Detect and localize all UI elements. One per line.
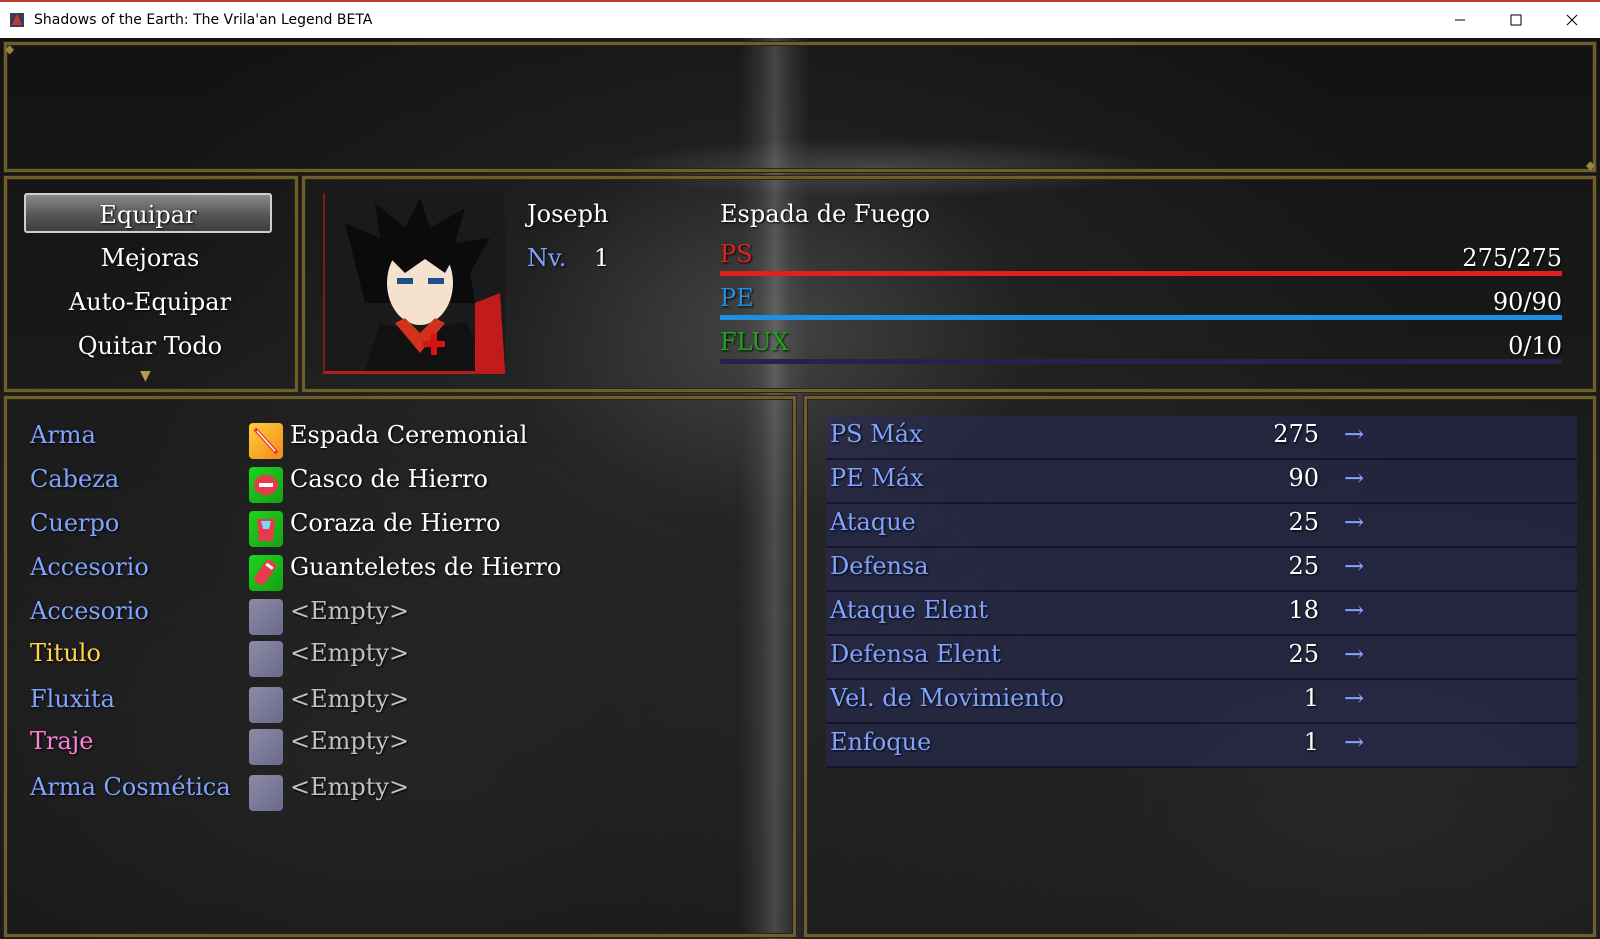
- menu-equipar-button[interactable]: Equipar: [24, 193, 272, 233]
- stat-arrow-icon: →: [1344, 420, 1365, 448]
- empty-slot-icon: [249, 775, 283, 811]
- scroll-down-arrow-icon[interactable]: ▼: [140, 368, 151, 384]
- empty-slot-icon: [249, 599, 283, 635]
- equip-slot-label[interactable]: Fluxita: [30, 685, 115, 713]
- level-value: 1: [594, 244, 610, 272]
- equip-slot-item[interactable]: Guanteletes de Hierro: [290, 553, 561, 581]
- equip-slot-label[interactable]: Arma Cosmética: [30, 773, 231, 801]
- stat-name: Ataque: [830, 508, 916, 536]
- equip-slot-label[interactable]: Accesorio: [30, 553, 149, 581]
- flux-bar-track: [720, 359, 1562, 364]
- hp-bar-track: [720, 271, 1562, 276]
- stat-name: Enfoque: [830, 728, 932, 756]
- stat-value: 25: [1288, 552, 1319, 580]
- stat-name: Vel. de Movimiento: [830, 684, 1064, 712]
- equip-slot-label[interactable]: Cabeza: [30, 465, 119, 493]
- stat-row: PS Máx 275 →: [826, 416, 1577, 460]
- helmet-icon: [249, 467, 283, 503]
- stat-name: Defensa Elent: [830, 640, 1001, 668]
- game-screen: ◆ ◆ Equipar Mejoras Auto-Equipar Quitar …: [0, 38, 1600, 939]
- stat-row: Defensa Elent 25 →: [826, 636, 1577, 680]
- gauntlet-icon: [249, 555, 283, 591]
- equip-slot-item[interactable]: Espada Ceremonial: [290, 421, 527, 449]
- close-icon[interactable]: [1544, 2, 1600, 38]
- stat-row: Defensa 25 →: [826, 548, 1577, 592]
- equip-slot-label[interactable]: Cuerpo: [30, 509, 119, 537]
- stat-arrow-icon: →: [1344, 728, 1365, 756]
- stat-value: 1: [1303, 684, 1319, 712]
- menu-quitar-todo-button[interactable]: Quitar Todo: [18, 326, 282, 366]
- menu-auto-equipar-button[interactable]: Auto-Equipar: [18, 282, 282, 322]
- sword-icon: [249, 423, 283, 459]
- stat-arrow-icon: →: [1344, 552, 1365, 580]
- stat-name: PE Máx: [830, 464, 924, 492]
- actor-name: Joseph: [527, 200, 609, 228]
- window-titlebar: Shadows of the Earth: The Vrila'an Legen…: [0, 0, 1600, 38]
- stat-value: 18: [1288, 596, 1319, 624]
- stat-row: Vel. de Movimiento 1 →: [826, 680, 1577, 724]
- stat-row: Ataque 25 →: [826, 504, 1577, 548]
- equip-slot-item[interactable]: Coraza de Hierro: [290, 509, 501, 537]
- stat-row: PE Máx 90 →: [826, 460, 1577, 504]
- mp-bar-fill: [720, 315, 1562, 320]
- stat-name: PS Máx: [830, 420, 923, 448]
- equip-slot-label[interactable]: Titulo: [30, 639, 101, 667]
- stat-name: Ataque Elent: [830, 596, 989, 624]
- level-label: Nv.: [527, 244, 567, 272]
- equip-slot-item[interactable]: <Empty>: [290, 727, 409, 755]
- help-window: ◆ ◆: [4, 42, 1596, 172]
- armor-icon: [249, 511, 283, 547]
- equip-slot-label[interactable]: Traje: [30, 727, 93, 755]
- stat-name: Defensa: [830, 552, 929, 580]
- maximize-icon[interactable]: [1488, 2, 1544, 38]
- flux-label: FLUX: [720, 328, 789, 356]
- empty-slot-icon: [249, 729, 283, 765]
- equip-slot-label[interactable]: Arma: [30, 421, 96, 449]
- window-title: Shadows of the Earth: The Vrila'an Legen…: [34, 12, 373, 28]
- hp-bar-fill: [720, 271, 1562, 276]
- minimize-icon[interactable]: [1432, 2, 1488, 38]
- stat-arrow-icon: →: [1344, 640, 1365, 668]
- equip-slot-item[interactable]: <Empty>: [290, 639, 409, 667]
- equip-slot-item[interactable]: Casco de Hierro: [290, 465, 488, 493]
- menu-mejoras-button[interactable]: Mejoras: [18, 238, 282, 278]
- stat-arrow-icon: →: [1344, 684, 1365, 712]
- character-portrait-image: [325, 193, 505, 371]
- empty-slot-icon: [249, 641, 283, 677]
- hp-label: PS: [720, 240, 753, 268]
- hp-value: 275/275: [1462, 244, 1562, 272]
- stat-value: 1: [1303, 728, 1319, 756]
- flux-value: 0/10: [1508, 332, 1562, 360]
- stat-value: 275: [1273, 420, 1319, 448]
- mp-label: PE: [720, 284, 754, 312]
- stat-arrow-icon: →: [1344, 508, 1365, 536]
- stat-value: 25: [1288, 640, 1319, 668]
- mp-bar-track: [720, 315, 1562, 320]
- stat-value: 25: [1288, 508, 1319, 536]
- stat-arrow-icon: →: [1344, 596, 1365, 624]
- actor-class: Espada de Fuego: [720, 200, 931, 228]
- character-portrait: [323, 193, 505, 374]
- equip-slot-label[interactable]: Accesorio: [30, 597, 149, 625]
- stat-arrow-icon: →: [1344, 464, 1365, 492]
- stat-row: Enfoque 1 →: [826, 724, 1577, 768]
- equip-slot-item[interactable]: <Empty>: [290, 685, 409, 713]
- app-icon: [8, 11, 26, 29]
- mp-value: 90/90: [1492, 288, 1562, 316]
- stat-value: 90: [1288, 464, 1319, 492]
- empty-slot-icon: [249, 687, 283, 723]
- stat-row: Ataque Elent 18 →: [826, 592, 1577, 636]
- equip-slot-item[interactable]: <Empty>: [290, 597, 409, 625]
- equip-slot-item[interactable]: <Empty>: [290, 773, 409, 801]
